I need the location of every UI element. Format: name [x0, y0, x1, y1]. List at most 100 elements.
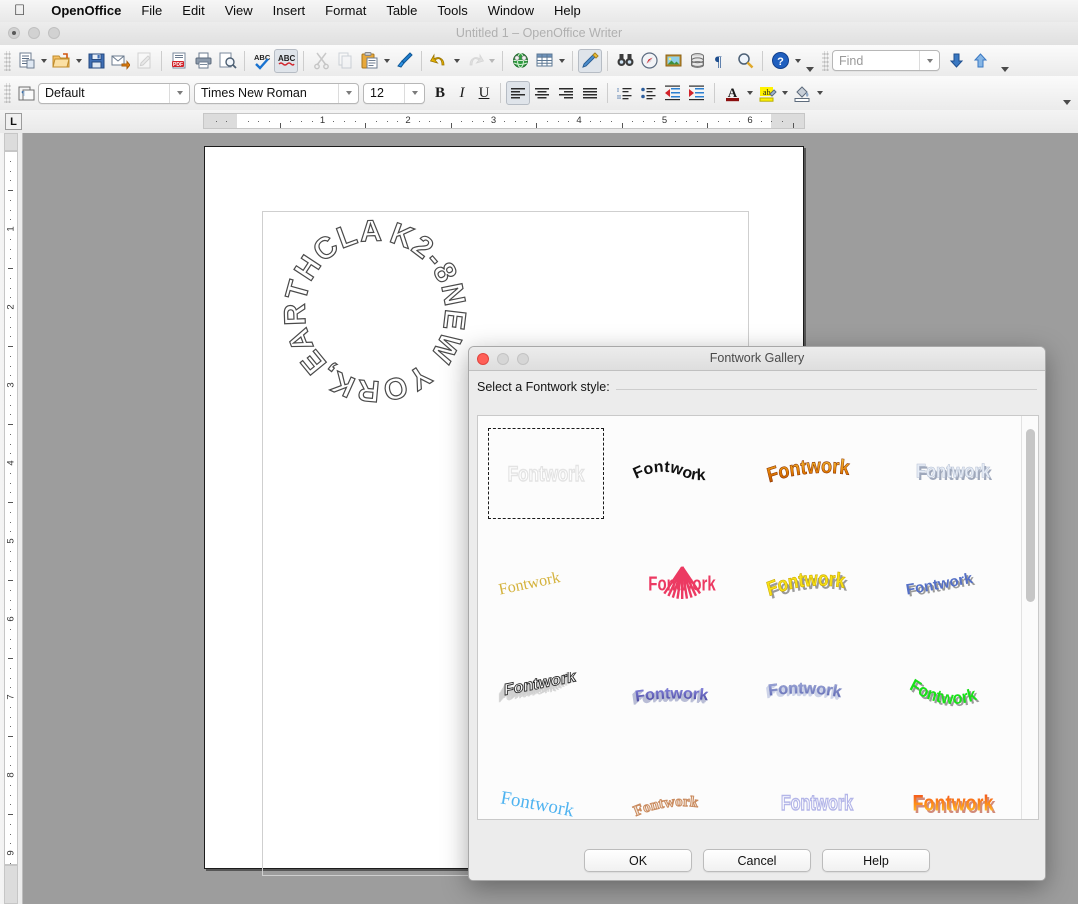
print-file-button[interactable]	[191, 49, 215, 73]
italic-button[interactable]: I	[451, 81, 473, 105]
font-name-combo[interactable]: Times New Roman	[194, 82, 359, 104]
open-document-dropdown[interactable]	[73, 49, 84, 73]
background-color-dropdown[interactable]	[814, 81, 825, 105]
find-toolbar-overflow-icon[interactable]	[998, 46, 1011, 75]
menu-item-view[interactable]: View	[215, 0, 263, 22]
print-preview-button[interactable]	[215, 49, 239, 73]
menu-item-window[interactable]: Window	[478, 0, 544, 22]
menu-item-file[interactable]: File	[131, 0, 172, 22]
openoffice-help-button[interactable]: ?	[768, 49, 792, 73]
fontwork-style-16[interactable]: Fontwork Fontwork	[885, 751, 1021, 819]
increase-indent-button[interactable]	[685, 81, 709, 105]
formatting-toolbar-grip[interactable]	[4, 83, 11, 103]
save-document-button[interactable]	[84, 49, 108, 73]
paragraph-style-combo[interactable]: Default	[38, 82, 190, 104]
undo-dropdown[interactable]	[451, 49, 462, 73]
menu-item-help[interactable]: Help	[544, 0, 591, 22]
openoffice-help-dropdown[interactable]	[792, 49, 803, 73]
background-color-button[interactable]	[790, 81, 814, 105]
formatting-marks-button[interactable]: ¶	[709, 49, 733, 73]
copy-button[interactable]	[333, 49, 357, 73]
new-document-dropdown[interactable]	[38, 49, 49, 73]
menu-item-format[interactable]: Format	[315, 0, 376, 22]
find-previous-button[interactable]	[968, 49, 992, 73]
font-size-dropdown-icon[interactable]	[404, 83, 424, 103]
open-document-button[interactable]	[49, 49, 73, 73]
autospellcheck-button[interactable]: ABC	[274, 48, 298, 73]
fontwork-style-12[interactable]: Fontwork Fontwork	[885, 640, 1021, 751]
font-name-dropdown-icon[interactable]	[338, 83, 358, 103]
find-next-button[interactable]	[944, 49, 968, 73]
font-color-button[interactable]: A	[720, 81, 744, 105]
ordered-list-button[interactable]: I II	[613, 81, 637, 105]
fontwork-style-15[interactable]: Fontwork	[750, 751, 886, 819]
fontwork-style-9[interactable]: Fontwork Fontwork Fontwork Fontwork Fontwork…	[478, 640, 614, 751]
standard-toolbar-overflow-icon[interactable]	[803, 46, 816, 75]
ok-button[interactable]: OK	[584, 849, 692, 872]
cancel-button[interactable]: Cancel	[703, 849, 811, 872]
fontwork-style-1[interactable]: Fontwork	[478, 418, 614, 529]
fontwork-style-gallery[interactable]: Fontwork Fontwork Fontwork Fontwork Font…	[477, 415, 1039, 820]
fontwork-style-8[interactable]: Fontwork Fontwork	[885, 529, 1021, 640]
fontwork-style-13[interactable]: Fontwork	[478, 751, 614, 819]
align-left-button[interactable]	[506, 81, 530, 105]
fontwork-object[interactable]: K2-8NEW YORK,EARTHCLASS	[268, 209, 483, 409]
show-draw-functions-button[interactable]	[578, 48, 602, 73]
new-document-button[interactable]	[14, 49, 38, 73]
underline-button[interactable]: U	[473, 81, 495, 105]
formatting-toolbar-overflow-icon[interactable]	[1060, 79, 1073, 108]
paragraph-style-dropdown-icon[interactable]	[169, 83, 189, 103]
font-color-dropdown[interactable]	[744, 81, 755, 105]
edit-file-button[interactable]	[132, 49, 156, 73]
data-sources-button[interactable]	[685, 49, 709, 73]
vertical-ruler-track[interactable]	[4, 151, 18, 865]
highlighting-dropdown[interactable]	[779, 81, 790, 105]
menu-item-openoffice[interactable]: OpenOffice	[41, 0, 131, 22]
clone-formatting-button[interactable]	[392, 49, 416, 73]
send-email-button[interactable]	[108, 49, 132, 73]
highlighting-button[interactable]: ab	[755, 81, 779, 105]
font-size-combo[interactable]: 12	[363, 82, 425, 104]
find-and-replace-button[interactable]	[613, 49, 637, 73]
zoom-button[interactable]	[733, 49, 757, 73]
menu-item-insert[interactable]: Insert	[263, 0, 316, 22]
gallery-scrollbar[interactable]	[1021, 416, 1038, 819]
decrease-indent-button[interactable]	[661, 81, 685, 105]
undo-button[interactable]	[427, 49, 451, 73]
menu-item-table[interactable]: Table	[376, 0, 427, 22]
toolbar-grip[interactable]	[4, 50, 11, 71]
help-button[interactable]: Help	[822, 849, 930, 872]
paste-dropdown[interactable]	[381, 49, 392, 73]
dialog-titlebar[interactable]: Fontwork Gallery	[469, 347, 1045, 371]
fontwork-style-6[interactable]: Fontwork	[614, 529, 750, 640]
horizontal-ruler[interactable]: L 1234567	[0, 110, 1078, 134]
align-right-button[interactable]	[554, 81, 578, 105]
menu-item-tools[interactable]: Tools	[427, 0, 477, 22]
hyperlink-button[interactable]	[508, 49, 532, 73]
navigator-button[interactable]	[637, 49, 661, 73]
find-dropdown-icon[interactable]	[919, 51, 939, 70]
find-input[interactable]: Find	[832, 50, 940, 71]
redo-button[interactable]	[462, 49, 486, 73]
spelling-button[interactable]: ABC	[250, 49, 274, 73]
fontwork-style-4[interactable]: Fontwork Fontwork	[885, 418, 1021, 529]
bold-button[interactable]: B	[429, 81, 451, 105]
cut-button[interactable]	[309, 49, 333, 73]
fontwork-style-14[interactable]: Fontwork	[614, 751, 750, 819]
fontwork-style-7[interactable]: Fontwork Fontwork	[750, 529, 886, 640]
align-center-button[interactable]	[530, 81, 554, 105]
apply-style-button[interactable]: ¶	[14, 81, 38, 105]
apple-icon[interactable]: 	[14, 3, 25, 18]
export-pdf-button[interactable]: PDF	[167, 49, 191, 73]
vertical-ruler[interactable]: 1 2 3 4 5 6 7 8 9	[0, 133, 23, 904]
insert-image-button[interactable]	[661, 49, 685, 73]
menu-item-edit[interactable]: Edit	[172, 0, 214, 22]
fontwork-style-11[interactable]: Fontwork Fontwork Fontwork Fontwork Fontwor…	[750, 640, 886, 751]
redo-dropdown[interactable]	[486, 49, 497, 73]
tab-stop-selector[interactable]: L	[5, 113, 22, 130]
fontwork-style-10[interactable]: Fontwork Fontwork Fontwork Fontwork Fontwork…	[614, 640, 750, 751]
unordered-list-button[interactable]	[637, 81, 661, 105]
fontwork-style-grid[interactable]: Fontwork Fontwork Fontwork Fontwork Font…	[478, 416, 1021, 819]
gallery-scrollbar-thumb[interactable]	[1026, 429, 1035, 602]
insert-table-dropdown[interactable]	[556, 49, 567, 73]
